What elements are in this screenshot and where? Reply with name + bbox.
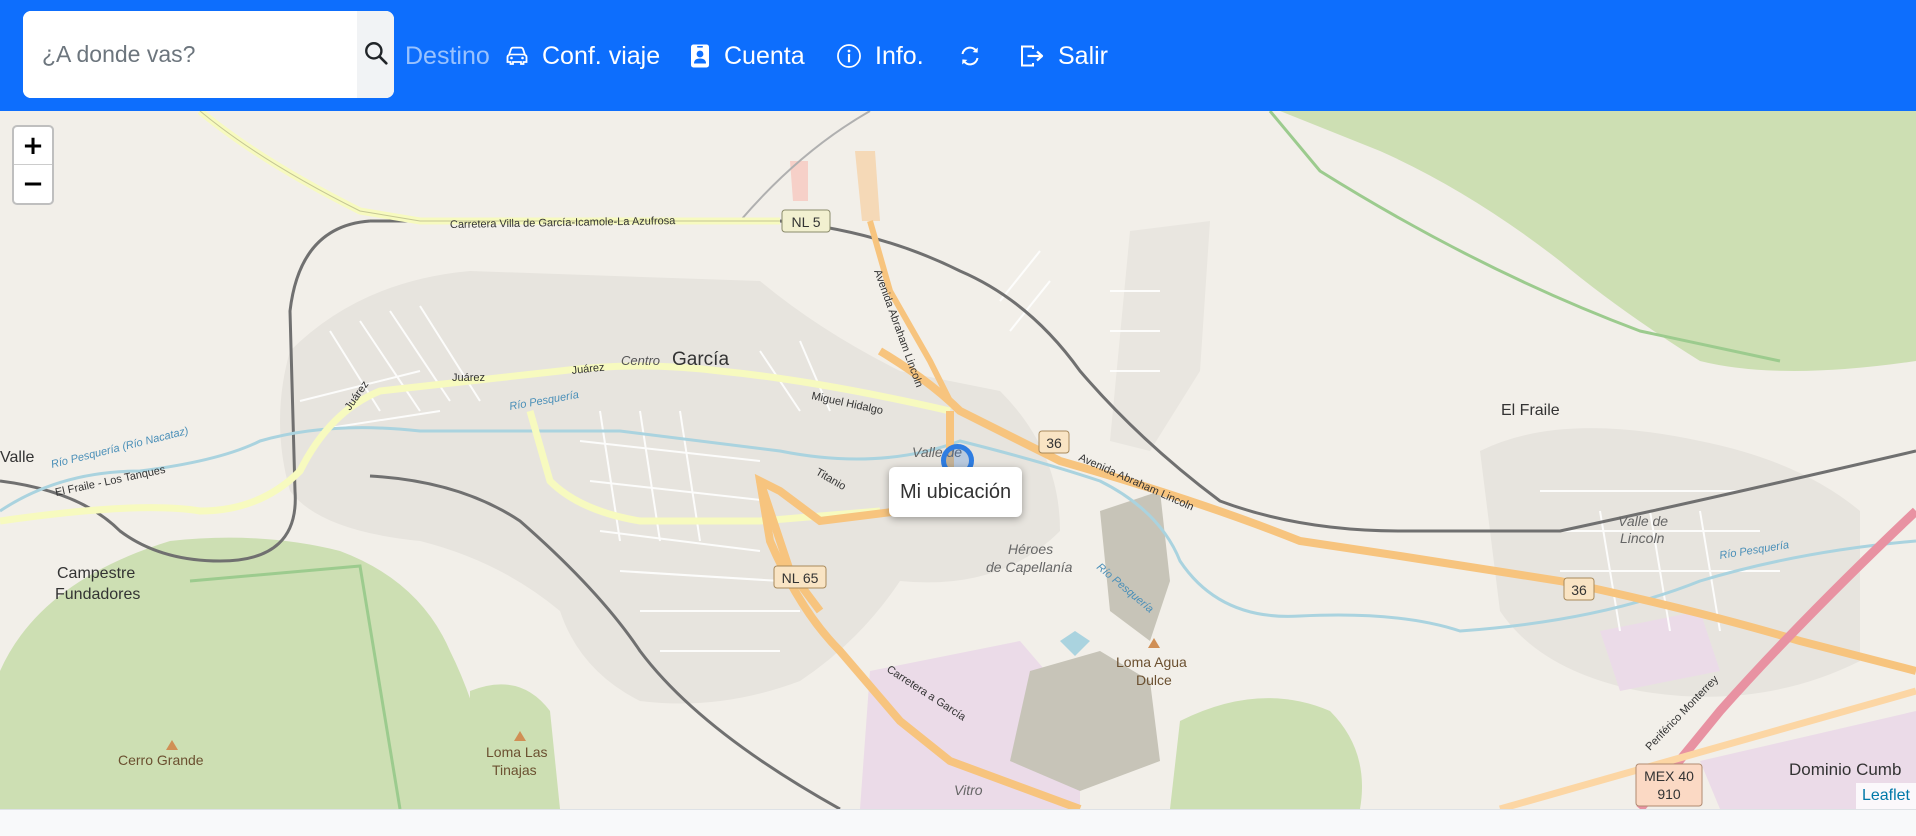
svg-text:NL 5: NL 5	[791, 214, 820, 230]
nav-logout-label: Salir	[1058, 41, 1109, 70]
bottom-footer-strip	[0, 809, 1916, 836]
label-loma-tinajas-1: Loma Las	[486, 744, 547, 760]
label-carretera-villa: Carretera Villa de García-Icamole-La Azu…	[450, 215, 676, 231]
label-campestre-1: Campestre	[57, 565, 135, 582]
label-rio-nacataz: Río Pesquería (Río Nacataz)	[50, 425, 190, 471]
label-el-fraile: El Fraile	[1501, 402, 1560, 419]
label-heroes-2: de Capellanía	[986, 559, 1073, 575]
label-centro: Centro	[621, 353, 660, 368]
nav-trip-settings-label: Conf. viaje	[542, 41, 661, 70]
label-loma-tinajas-2: Tinajas	[492, 762, 537, 778]
zoom-control: + −	[12, 125, 54, 205]
logout-icon	[1019, 44, 1045, 68]
label-juarez-1: Juárez	[452, 372, 485, 384]
refresh-icon	[958, 44, 982, 68]
road-villa-garcia	[197, 111, 780, 225]
green-area-southeast	[1170, 698, 1362, 809]
quarry-area-1	[1100, 491, 1170, 641]
nav-account[interactable]: Cuenta	[689, 30, 805, 82]
top-navbar: Destino Conf. viaje Cuenta Info. Salir	[0, 0, 1916, 111]
label-garcia: García	[672, 349, 729, 370]
nav-destino[interactable]: Destino	[405, 30, 490, 82]
zoom-in-button[interactable]: +	[14, 127, 52, 165]
shield-nl5: NL 5	[781, 209, 831, 233]
label-el-fraile-tanques: El Fraile - Los Tanques	[54, 464, 167, 499]
map-attribution: Leaflet	[1855, 783, 1916, 809]
green-area-northeast	[1280, 111, 1916, 371]
field-strip-1	[855, 151, 880, 221]
shield-nl65: NL 65	[773, 565, 827, 589]
nav-account-label: Cuenta	[724, 41, 805, 70]
nav-info[interactable]: Info.	[836, 30, 924, 82]
id-badge-icon	[689, 43, 711, 69]
label-vitro: Vitro	[954, 782, 983, 798]
location-popup: Mi ubicación	[889, 467, 1023, 517]
label-heroes-1: Héroes	[1008, 541, 1053, 557]
label-valle: Valle	[0, 449, 34, 466]
zoom-out-button[interactable]: −	[14, 165, 52, 203]
nav-refresh[interactable]	[958, 30, 982, 82]
info-icon	[836, 43, 862, 69]
svg-text:36: 36	[1571, 582, 1587, 598]
map-view[interactable]: NL 5 36 36 NL 65 MEX 40 910 García Centro…	[0, 111, 1916, 809]
search-button[interactable]	[357, 11, 394, 98]
nav-info-label: Info.	[875, 41, 924, 70]
label-valle-lincoln-2: Lincoln	[1620, 530, 1665, 546]
shield-mex40: MEX 40 910	[1635, 763, 1703, 807]
label-cerro-grande: Cerro Grande	[118, 752, 204, 768]
label-loma-agua-2: Dulce	[1136, 672, 1172, 688]
urban-area-north	[1110, 221, 1210, 451]
search-icon	[363, 40, 389, 69]
nav-trip-settings[interactable]: Conf. viaje	[505, 30, 660, 82]
label-campestre-2: Fundadores	[55, 586, 140, 603]
car-icon	[505, 44, 529, 68]
shield-36-a: 36	[1038, 430, 1070, 454]
nav-logout[interactable]: Salir	[1019, 30, 1108, 82]
leaflet-link[interactable]: Leaflet	[1862, 787, 1910, 805]
svg-text:NL 65: NL 65	[782, 570, 819, 586]
water-pond	[1060, 631, 1090, 656]
shield-36-b: 36	[1563, 577, 1595, 601]
label-valle-lincoln-1: Valle de	[1618, 513, 1668, 529]
location-popup-text: Mi ubicación	[900, 480, 1012, 503]
svg-text:910: 910	[1657, 786, 1681, 802]
search-box	[23, 11, 394, 98]
svg-text:MEX 40: MEX 40	[1644, 768, 1694, 784]
destination-search-input[interactable]	[23, 11, 357, 98]
nav-destino-label: Destino	[405, 41, 490, 70]
label-dominio: Dominio Cumb	[1789, 760, 1901, 779]
label-loma-agua-1: Loma Agua	[1116, 654, 1187, 670]
svg-text:36: 36	[1046, 435, 1062, 451]
